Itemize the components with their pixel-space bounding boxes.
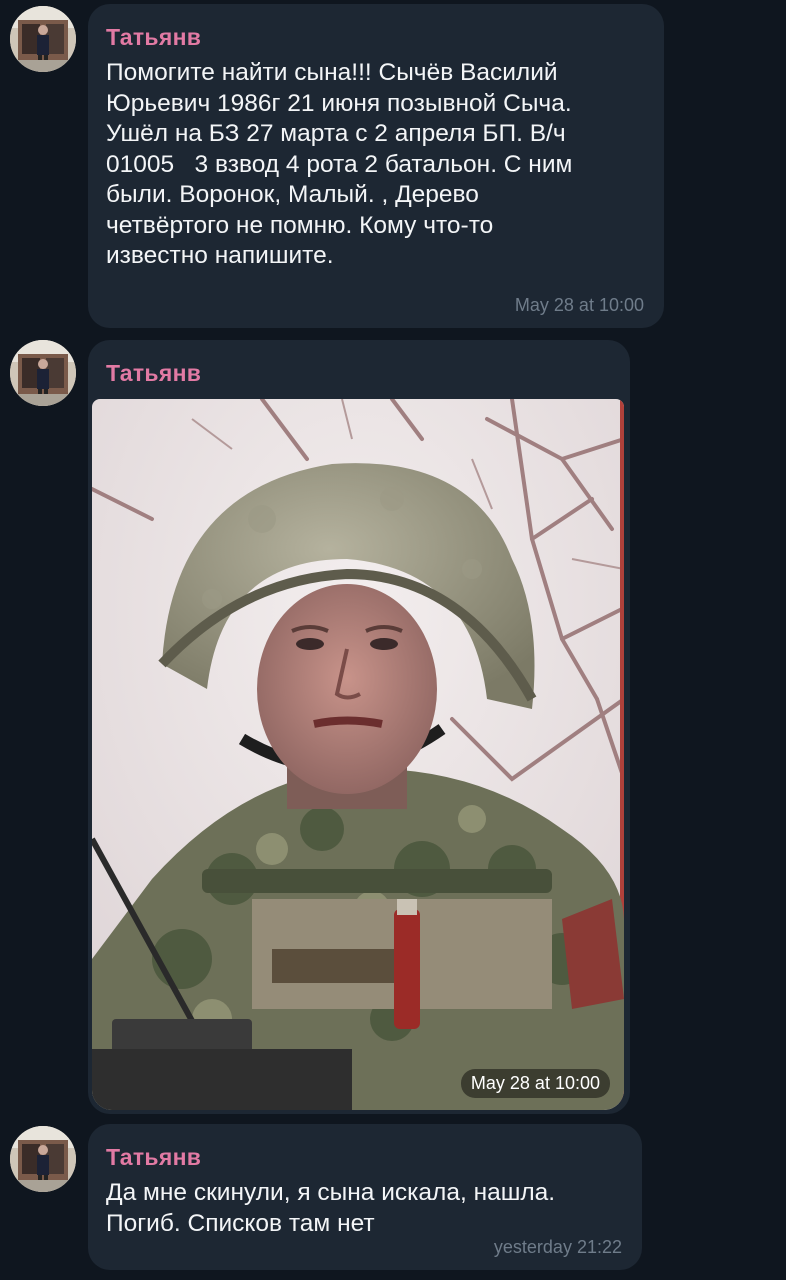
message-timestamp: yesterday 21:22 (493, 1237, 622, 1257)
sender-avatar[interactable] (10, 340, 76, 406)
message-bubble[interactable]: Татьянв Да мне скинули, я сына искала, н… (88, 1124, 642, 1270)
chat-view: Татьянв Помогите найти сына!!! Сычёв Вас… (0, 0, 786, 1280)
message-bubble[interactable]: Татьянв Помогите найти сына!!! Сычёв Вас… (88, 4, 664, 328)
message-text: Помогите найти сына!!! Сычёв Василий Юрь… (106, 59, 573, 269)
sender-avatar[interactable] (10, 6, 76, 72)
photo-timestamp: May 28 at 10:00 (460, 1069, 610, 1098)
photo-message-bubble[interactable]: Татьянв May 28 at 10:00 (88, 340, 630, 1114)
soldier-photo[interactable]: May 28 at 10:00 (92, 399, 624, 1110)
message-text: Да мне скинули, я сына искала, нашла. По… (106, 1179, 556, 1237)
sender-name[interactable]: Татьянв (106, 24, 201, 51)
sender-name[interactable]: Татьянв (106, 1144, 201, 1171)
sender-avatar[interactable] (10, 1126, 76, 1192)
message-timestamp: May 28 at 10:00 (514, 295, 644, 315)
sender-name[interactable]: Татьянв (106, 360, 201, 387)
